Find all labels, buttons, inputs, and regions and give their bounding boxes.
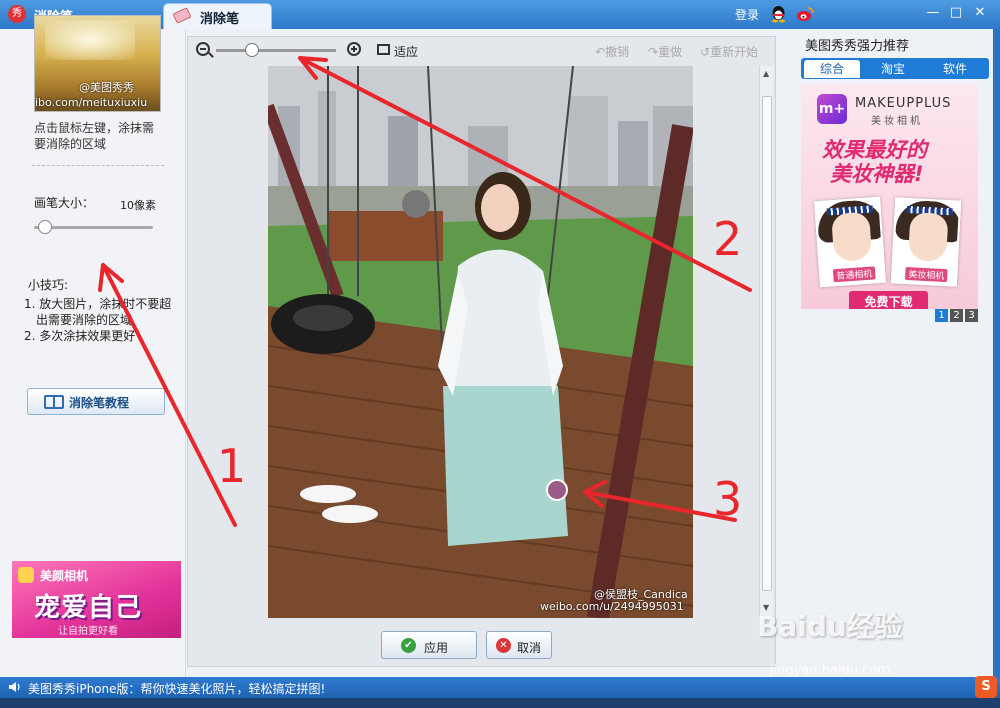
instruction-hint: 点击鼠标左键，涂抹需要消除的区域 <box>34 121 155 151</box>
ad-tag-makeup: 美妆相机 <box>904 266 948 283</box>
tip-item: 2. 多次涂抹效果更好 <box>24 329 136 343</box>
cancel-label: 取消 <box>517 641 542 655</box>
recommend-tabs: 综合 淘宝 软件 <box>801 58 989 79</box>
baidu-watermark: Baidu经验 <box>757 610 903 643</box>
eraser-icon <box>172 7 192 24</box>
maximize-button[interactable]: □ <box>948 5 964 21</box>
photo-image <box>268 66 693 618</box>
cross-icon: ✕ <box>496 638 511 653</box>
divider <box>32 165 164 166</box>
ad-page-3[interactable]: 3 <box>965 309 978 322</box>
qq-penguin-icon[interactable] <box>770 5 787 23</box>
ad-photo-before: 普通相机 <box>814 196 886 288</box>
ad-brand-sub: 美妆相机 <box>871 116 923 127</box>
baidu-watermark-url: jingyan.baidu.com <box>770 663 890 678</box>
scroll-up-icon[interactable]: ▲ <box>763 69 769 78</box>
photo-watermark-url: weibo.com/u/2494995031 <box>540 600 684 613</box>
reset-label: 重新开始 <box>710 45 759 59</box>
apply-label: 应用 <box>424 641 449 655</box>
thumbnail-watermark-name: @美图秀秀 <box>79 81 134 94</box>
tab-eraser[interactable]: 消除笔 <box>163 3 272 29</box>
recommend-title: 美图秀秀强力推荐 <box>805 39 910 54</box>
thumbnail-watermark-url: ibo.com/meituxiuxiu <box>35 96 148 109</box>
undo-label: 撤销 <box>605 45 630 59</box>
apply-button[interactable]: ✔ 应用 <box>381 631 477 659</box>
zoom-in-icon[interactable] <box>347 42 361 56</box>
redo-label: 重做 <box>658 45 683 59</box>
sogou-ime-icon[interactable]: S <box>975 676 997 698</box>
speaker-icon <box>9 682 20 692</box>
brush-size-slider-knob[interactable] <box>38 220 52 234</box>
weibo-icon[interactable] <box>796 6 814 22</box>
beautycam-logo-icon <box>18 567 34 583</box>
tab-software[interactable]: 软件 <box>925 60 985 78</box>
status-text[interactable]: 美图秀秀iPhone版：帮你快速美化照片，轻松搞定拼图! <box>28 680 325 697</box>
thumbnail-sunlight <box>45 20 135 60</box>
eraser-tutorial-button[interactable]: 消除笔教程 <box>27 388 165 415</box>
redo-button[interactable]: ↷重做 <box>648 43 682 60</box>
ad-page-2[interactable]: 2 <box>950 309 963 322</box>
app-logo-icon: 秀 <box>8 5 26 23</box>
tab-eraser-label: 消除笔 <box>200 12 240 27</box>
reset-button[interactable]: ↺重新开始 <box>700 43 758 60</box>
tip-item: 1. 放大图片，涂抹时不要超出需要消除的区域 <box>24 297 172 327</box>
fit-screen-icon[interactable] <box>377 44 390 55</box>
tab-taobao[interactable]: 淘宝 <box>863 60 923 78</box>
ad-page-1[interactable]: 1 <box>935 309 948 322</box>
ad-title: 美颜相机 <box>40 569 89 583</box>
scrollbar-thumb[interactable] <box>762 96 772 591</box>
undo-button[interactable]: ↶撤销 <box>595 43 629 60</box>
tutorial-button-label: 消除笔教程 <box>69 396 130 410</box>
brush-size-label: 画笔大小： <box>34 196 95 210</box>
check-icon: ✔ <box>401 638 416 653</box>
zoom-out-icon[interactable] <box>196 42 210 56</box>
ad-tag-normal: 普通相机 <box>832 266 876 283</box>
tips-list: 1. 放大图片，涂抹时不要超出需要消除的区域 2. 多次涂抹效果更好 <box>24 296 174 344</box>
window-edge <box>993 29 1000 677</box>
face <box>908 212 949 263</box>
photo-canvas[interactable]: @侯盟枝_Candica weibo.com/u/2494995031 <box>268 66 693 618</box>
ad-slogan-line2: 美妆神器! <box>830 162 924 186</box>
makeupplus-logo-icon: m+ <box>817 94 847 124</box>
makeupplus-ad-banner[interactable]: m+ MAKEUPPLUS 美妆相机 效果最好的 美妆神器! 普通相机 美妆相机… <box>801 84 978 309</box>
ad-subline: 让自拍更好看 <box>58 626 118 637</box>
ad-brand: MAKEUPPLUS <box>855 96 952 111</box>
photo-thumbnail[interactable]: @美图秀秀 ibo.com/meituxiuxiu <box>34 15 161 112</box>
minimize-button[interactable]: — <box>925 5 941 21</box>
ad-headline: 宠爱自己 <box>34 593 143 623</box>
close-button[interactable]: ✕ <box>972 5 988 21</box>
tips-title: 小技巧: <box>28 278 69 292</box>
zoom-slider-knob[interactable] <box>245 43 259 57</box>
taskbar <box>0 698 1000 708</box>
cancel-button[interactable]: ✕ 取消 <box>486 631 552 659</box>
zoom-slider[interactable] <box>216 49 336 52</box>
brush-size-value: 10像素 <box>120 199 156 212</box>
tab-general[interactable]: 综合 <box>804 60 860 78</box>
fit-button[interactable]: 适应 <box>394 43 418 60</box>
beautycam-ad-banner[interactable]: 美颜相机 宠爱自己 让自拍更好看 <box>12 561 181 638</box>
face <box>831 211 873 263</box>
login-link[interactable]: 登录 <box>735 6 759 23</box>
ad-photo-after: 美妆相机 <box>890 197 962 287</box>
book-icon <box>44 395 64 409</box>
vertical-scrollbar[interactable]: ▲ ▼ <box>759 66 773 617</box>
ad-download-button[interactable]: 免费下载 <box>849 291 928 309</box>
